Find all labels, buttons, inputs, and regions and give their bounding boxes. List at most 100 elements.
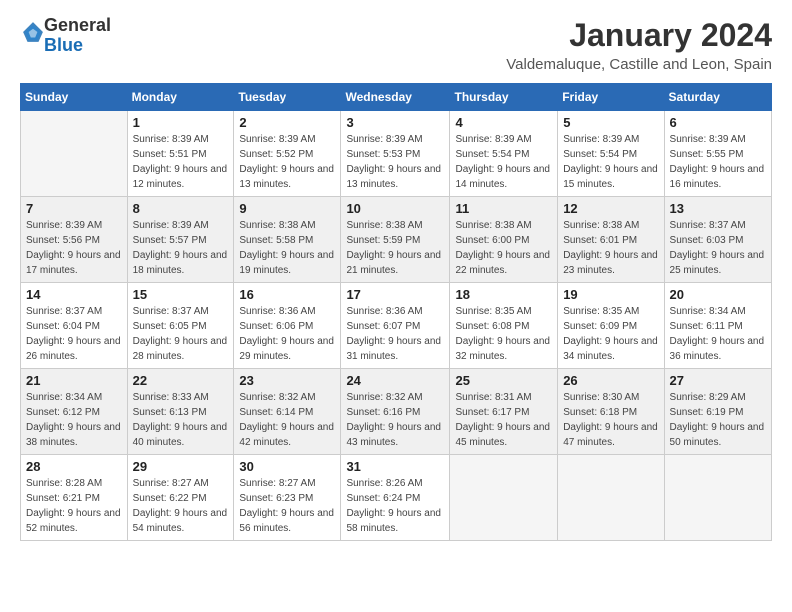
calendar-week-4: 21Sunrise: 8:34 AM Sunset: 6:12 PM Dayli… <box>21 369 772 455</box>
header-row: Sunday Monday Tuesday Wednesday Thursday… <box>21 84 772 111</box>
day-info: Sunrise: 8:39 AM Sunset: 5:54 PM Dayligh… <box>563 132 658 192</box>
header-monday: Monday <box>127 84 234 111</box>
calendar-week-2: 7 Sunrise: 8:39 AM Sunset: 5:56 PM Daylig… <box>21 197 772 283</box>
calendar-cell: 12 Sunrise: 8:38 AM Sunset: 6:01 PM Dayli… <box>558 197 664 283</box>
calendar-cell: 8Sunrise: 8:39 AM Sunset: 5:57 PM Daylig… <box>127 197 234 283</box>
calendar-table: Sunday Monday Tuesday Wednesday Thursday… <box>20 83 772 541</box>
day-number: 28 <box>26 459 122 474</box>
day-number: 25 <box>455 373 552 388</box>
day-info: Sunrise: 8:39 AM Sunset: 5:52 PM Dayligh… <box>239 132 335 192</box>
day-number: 20 <box>670 287 766 302</box>
calendar-header: Sunday Monday Tuesday Wednesday Thursday… <box>21 84 772 111</box>
header-tuesday: Tuesday <box>234 84 341 111</box>
calendar-cell: 15 Sunrise: 8:37 AM Sunset: 6:05 PM Dayli… <box>127 283 234 369</box>
calendar-cell: 16 Sunrise: 8:36 AM Sunset: 6:06 PM Dayli… <box>234 283 341 369</box>
day-info: Sunrise: 8:39 AM Sunset: 5:56 PM Dayligh… <box>26 218 122 278</box>
calendar-cell: 13Sunrise: 8:37 AM Sunset: 6:03 PM Dayli… <box>664 197 771 283</box>
day-number: 16 <box>239 287 335 302</box>
header: General Blue January 2024 Valdemaluque, … <box>20 16 772 73</box>
day-info: Sunrise: 8:29 AM Sunset: 6:19 PM Dayligh… <box>670 390 766 450</box>
header-saturday: Saturday <box>664 84 771 111</box>
day-info: Sunrise: 8:32 AM Sunset: 6:16 PM Dayligh… <box>346 390 444 450</box>
day-info: Sunrise: 8:39 AM Sunset: 5:55 PM Dayligh… <box>670 132 766 192</box>
calendar-cell: 19 Sunrise: 8:35 AM Sunset: 6:09 PM Dayli… <box>558 283 664 369</box>
calendar-cell: 4Sunrise: 8:39 AM Sunset: 5:54 PM Daylig… <box>450 111 558 197</box>
calendar-week-3: 14 Sunrise: 8:37 AM Sunset: 6:04 PM Dayli… <box>21 283 772 369</box>
calendar-cell <box>21 111 128 197</box>
header-wednesday: Wednesday <box>341 84 450 111</box>
logo-blue-text: Blue <box>44 35 83 55</box>
day-info: Sunrise: 8:39 AM Sunset: 5:53 PM Dayligh… <box>346 132 444 192</box>
calendar-cell: 27 Sunrise: 8:29 AM Sunset: 6:19 PM Dayli… <box>664 369 771 455</box>
day-info: Sunrise: 8:30 AM Sunset: 6:18 PM Dayligh… <box>563 390 658 450</box>
calendar-cell <box>558 455 664 541</box>
day-number: 12 <box>563 201 658 216</box>
day-number: 4 <box>455 115 552 130</box>
header-friday: Friday <box>558 84 664 111</box>
calendar-week-5: 28 Sunrise: 8:28 AM Sunset: 6:21 PM Dayli… <box>21 455 772 541</box>
day-info: Sunrise: 8:38 AM Sunset: 6:01 PM Dayligh… <box>563 218 658 278</box>
calendar-week-1: 1 Sunrise: 8:39 AM Sunset: 5:51 PM Daylig… <box>21 111 772 197</box>
logo-text: General Blue <box>44 16 111 56</box>
calendar-cell: 31 Sunrise: 8:26 AM Sunset: 6:24 PM Dayli… <box>341 455 450 541</box>
calendar-cell: 20 Sunrise: 8:34 AM Sunset: 6:11 PM Dayli… <box>664 283 771 369</box>
day-number: 9 <box>239 201 335 216</box>
day-info: Sunrise: 8:31 AM Sunset: 6:17 PM Dayligh… <box>455 390 552 450</box>
calendar-cell: 7 Sunrise: 8:39 AM Sunset: 5:56 PM Daylig… <box>21 197 128 283</box>
day-info: Sunrise: 8:39 AM Sunset: 5:51 PM Dayligh… <box>133 132 229 192</box>
day-info: Sunrise: 8:36 AM Sunset: 6:06 PM Dayligh… <box>239 304 335 364</box>
calendar-cell: 21Sunrise: 8:34 AM Sunset: 6:12 PM Dayli… <box>21 369 128 455</box>
calendar-cell: 25 Sunrise: 8:31 AM Sunset: 6:17 PM Dayli… <box>450 369 558 455</box>
day-number: 3 <box>346 115 444 130</box>
calendar-cell: 26 Sunrise: 8:30 AM Sunset: 6:18 PM Dayli… <box>558 369 664 455</box>
day-info: Sunrise: 8:35 AM Sunset: 6:09 PM Dayligh… <box>563 304 658 364</box>
logo-icon <box>22 21 44 43</box>
day-number: 15 <box>133 287 229 302</box>
calendar-cell: 1 Sunrise: 8:39 AM Sunset: 5:51 PM Daylig… <box>127 111 234 197</box>
day-number: 24 <box>346 373 444 388</box>
subtitle: Valdemaluque, Castille and Leon, Spain <box>506 56 772 73</box>
day-number: 5 <box>563 115 658 130</box>
day-number: 31 <box>346 459 444 474</box>
header-sunday: Sunday <box>21 84 128 111</box>
day-number: 14 <box>26 287 122 302</box>
header-thursday: Thursday <box>450 84 558 111</box>
calendar-cell <box>450 455 558 541</box>
day-info: Sunrise: 8:37 AM Sunset: 6:05 PM Dayligh… <box>133 304 229 364</box>
calendar-cell <box>664 455 771 541</box>
calendar-cell: 17Sunrise: 8:36 AM Sunset: 6:07 PM Dayli… <box>341 283 450 369</box>
day-number: 1 <box>133 115 229 130</box>
day-info: Sunrise: 8:34 AM Sunset: 6:11 PM Dayligh… <box>670 304 766 364</box>
day-info: Sunrise: 8:38 AM Sunset: 6:00 PM Dayligh… <box>455 218 552 278</box>
logo: General Blue <box>20 16 111 56</box>
day-number: 26 <box>563 373 658 388</box>
day-info: Sunrise: 8:35 AM Sunset: 6:08 PM Dayligh… <box>455 304 552 364</box>
calendar-cell: 23Sunrise: 8:32 AM Sunset: 6:14 PM Dayli… <box>234 369 341 455</box>
calendar-cell: 18Sunrise: 8:35 AM Sunset: 6:08 PM Dayli… <box>450 283 558 369</box>
calendar-cell: 11Sunrise: 8:38 AM Sunset: 6:00 PM Dayli… <box>450 197 558 283</box>
day-number: 27 <box>670 373 766 388</box>
day-number: 23 <box>239 373 335 388</box>
logo-general-text: General <box>44 15 111 35</box>
day-info: Sunrise: 8:38 AM Sunset: 5:59 PM Dayligh… <box>346 218 444 278</box>
calendar-cell: 3 Sunrise: 8:39 AM Sunset: 5:53 PM Daylig… <box>341 111 450 197</box>
calendar-cell: 28 Sunrise: 8:28 AM Sunset: 6:21 PM Dayli… <box>21 455 128 541</box>
day-info: Sunrise: 8:34 AM Sunset: 6:12 PM Dayligh… <box>26 390 122 450</box>
calendar-body: 1 Sunrise: 8:39 AM Sunset: 5:51 PM Daylig… <box>21 111 772 541</box>
day-info: Sunrise: 8:28 AM Sunset: 6:21 PM Dayligh… <box>26 476 122 536</box>
calendar-cell: 29Sunrise: 8:27 AM Sunset: 6:22 PM Dayli… <box>127 455 234 541</box>
title-block: January 2024 Valdemaluque, Castille and … <box>506 16 772 73</box>
calendar-cell: 30Sunrise: 8:27 AM Sunset: 6:23 PM Dayli… <box>234 455 341 541</box>
day-info: Sunrise: 8:37 AM Sunset: 6:03 PM Dayligh… <box>670 218 766 278</box>
day-number: 22 <box>133 373 229 388</box>
day-number: 7 <box>26 201 122 216</box>
day-number: 17 <box>346 287 444 302</box>
day-info: Sunrise: 8:26 AM Sunset: 6:24 PM Dayligh… <box>346 476 444 536</box>
calendar-cell: 24 Sunrise: 8:32 AM Sunset: 6:16 PM Dayli… <box>341 369 450 455</box>
day-number: 19 <box>563 287 658 302</box>
day-info: Sunrise: 8:27 AM Sunset: 6:22 PM Dayligh… <box>133 476 229 536</box>
day-info: Sunrise: 8:38 AM Sunset: 5:58 PM Dayligh… <box>239 218 335 278</box>
page: General Blue January 2024 Valdemaluque, … <box>0 0 792 612</box>
day-info: Sunrise: 8:37 AM Sunset: 6:04 PM Dayligh… <box>26 304 122 364</box>
calendar-cell: 22Sunrise: 8:33 AM Sunset: 6:13 PM Dayli… <box>127 369 234 455</box>
